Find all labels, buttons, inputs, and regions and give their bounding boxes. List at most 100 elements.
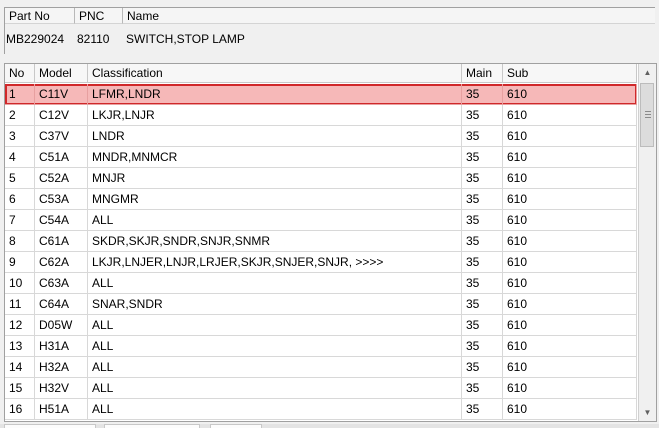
pnc-value: 82110 <box>77 32 110 46</box>
cell-model: C53A <box>35 189 88 210</box>
cell-model: D05W <box>35 315 88 336</box>
cell-classification: LKJR,LNJR <box>88 105 462 126</box>
bottom-strip <box>0 424 659 428</box>
table-row[interactable]: 7 C54A ALL 35 610 <box>5 210 637 231</box>
cell-no: 6 <box>5 189 35 210</box>
table-row[interactable]: 15 H32V ALL 35 610 <box>5 378 637 399</box>
cell-model: H51A <box>35 399 88 420</box>
cell-main: 35 <box>462 84 503 105</box>
grip-line <box>645 117 651 118</box>
cell-classification: ALL <box>88 315 462 336</box>
cell-model: H32V <box>35 378 88 399</box>
table-row[interactable]: 1 C11V LFMR,LNDR 35 610 <box>5 84 637 105</box>
cell-no: 3 <box>5 126 35 147</box>
column-header-no[interactable]: No <box>5 64 35 83</box>
triangle-down-icon[interactable]: ▼ <box>639 404 656 421</box>
cell-no: 15 <box>5 378 35 399</box>
cell-main: 35 <box>462 147 503 168</box>
cell-sub: 610 <box>503 273 637 294</box>
part-name-value: SWITCH,STOP LAMP <box>126 32 245 46</box>
scrollbar-thumb[interactable] <box>640 83 654 147</box>
table-row[interactable]: 4 C51A MNDR,MNMCR 35 610 <box>5 147 637 168</box>
cell-classification: MNGMR <box>88 189 462 210</box>
cell-sub: 610 <box>503 294 637 315</box>
cell-no: 16 <box>5 399 35 420</box>
cell-main: 35 <box>462 399 503 420</box>
model-table[interactable]: No Model Classification Main Sub 1 C11V LF… <box>4 63 657 422</box>
table-row[interactable]: 9 C62A LKJR,LNJER,LNJR,LRJER,SKJR,SNJER,SN… <box>5 252 637 273</box>
header-name[interactable]: Name <box>123 8 655 24</box>
table-row[interactable]: 11 C64A SNAR,SNDR 35 610 <box>5 294 637 315</box>
cell-model: C64A <box>35 294 88 315</box>
cell-no: 11 <box>5 294 35 315</box>
cell-sub: 610 <box>503 168 637 189</box>
cell-classification: MNJR <box>88 168 462 189</box>
cell-model: C54A <box>35 210 88 231</box>
cell-no: 8 <box>5 231 35 252</box>
cell-classification: ALL <box>88 378 462 399</box>
cell-no: 9 <box>5 252 35 273</box>
cell-sub: 610 <box>503 126 637 147</box>
cell-classification: SKDR,SKJR,SNDR,SNJR,SNMR <box>88 231 462 252</box>
cell-model: H32A <box>35 357 88 378</box>
column-header-model[interactable]: Model <box>35 64 88 83</box>
table-row[interactable]: 2 C12V LKJR,LNJR 35 610 <box>5 105 637 126</box>
table-row[interactable]: 8 C61A SKDR,SKJR,SNDR,SNJR,SNMR 35 610 <box>5 231 637 252</box>
cell-sub: 610 <box>503 252 637 273</box>
bottom-tab[interactable] <box>104 424 200 428</box>
cell-sub: 610 <box>503 357 637 378</box>
cell-classification: ALL <box>88 399 462 420</box>
cell-main: 35 <box>462 189 503 210</box>
cell-no: 1 <box>5 84 35 105</box>
table-row[interactable]: 16 H51A ALL 35 610 <box>5 399 637 420</box>
cell-classification: ALL <box>88 210 462 231</box>
cell-classification: LNDR <box>88 126 462 147</box>
cell-model: C62A <box>35 252 88 273</box>
cell-main: 35 <box>462 210 503 231</box>
cell-sub: 610 <box>503 210 637 231</box>
cell-no: 13 <box>5 336 35 357</box>
header-part-no[interactable]: Part No <box>5 8 75 24</box>
triangle-up-icon[interactable]: ▲ <box>639 64 656 81</box>
table-row[interactable]: 6 C53A MNGMR 35 610 <box>5 189 637 210</box>
cell-classification: SNAR,SNDR <box>88 294 462 315</box>
column-header-main[interactable]: Main <box>462 64 503 83</box>
column-header-sub[interactable]: Sub <box>503 64 637 83</box>
table-header: No Model Classification Main Sub <box>5 64 637 83</box>
cell-main: 35 <box>462 378 503 399</box>
grip-line <box>645 114 651 115</box>
header-pnc[interactable]: PNC <box>75 8 123 24</box>
column-header-classification[interactable]: Classification <box>88 64 462 83</box>
table-row[interactable]: 3 C37V LNDR 35 610 <box>5 126 637 147</box>
table-row[interactable]: 12 D05W ALL 35 610 <box>5 315 637 336</box>
cell-model: C12V <box>35 105 88 126</box>
cell-model: C11V <box>35 84 88 105</box>
cell-model: H31A <box>35 336 88 357</box>
cell-main: 35 <box>462 168 503 189</box>
bottom-tab[interactable] <box>210 424 262 428</box>
table-row[interactable]: 14 H32A ALL 35 610 <box>5 357 637 378</box>
cell-main: 35 <box>462 273 503 294</box>
cell-main: 35 <box>462 231 503 252</box>
cell-sub: 610 <box>503 399 637 420</box>
cell-sub: 610 <box>503 189 637 210</box>
cell-classification: LKJR,LNJER,LNJR,LRJER,SKJR,SNJER,SNJR, >… <box>88 252 462 273</box>
cell-model: C63A <box>35 273 88 294</box>
cell-main: 35 <box>462 252 503 273</box>
table-row[interactable]: 10 C63A ALL 35 610 <box>5 273 637 294</box>
cell-no: 2 <box>5 105 35 126</box>
cell-main: 35 <box>462 105 503 126</box>
cell-model: C51A <box>35 147 88 168</box>
vertical-scrollbar[interactable]: ▲ ▼ <box>638 64 656 421</box>
cell-model: C37V <box>35 126 88 147</box>
table-row[interactable]: 13 H31A ALL 35 610 <box>5 336 637 357</box>
table-row[interactable]: 5 C52A MNJR 35 610 <box>5 168 637 189</box>
bottom-tab[interactable] <box>4 424 96 428</box>
cell-sub: 610 <box>503 147 637 168</box>
cell-main: 35 <box>462 336 503 357</box>
cell-no: 10 <box>5 273 35 294</box>
part-info-panel: Part No PNC Name MB229024 82110 SWITCH,S… <box>4 7 655 54</box>
cell-sub: 610 <box>503 105 637 126</box>
cell-model: C61A <box>35 231 88 252</box>
cell-classification: ALL <box>88 357 462 378</box>
